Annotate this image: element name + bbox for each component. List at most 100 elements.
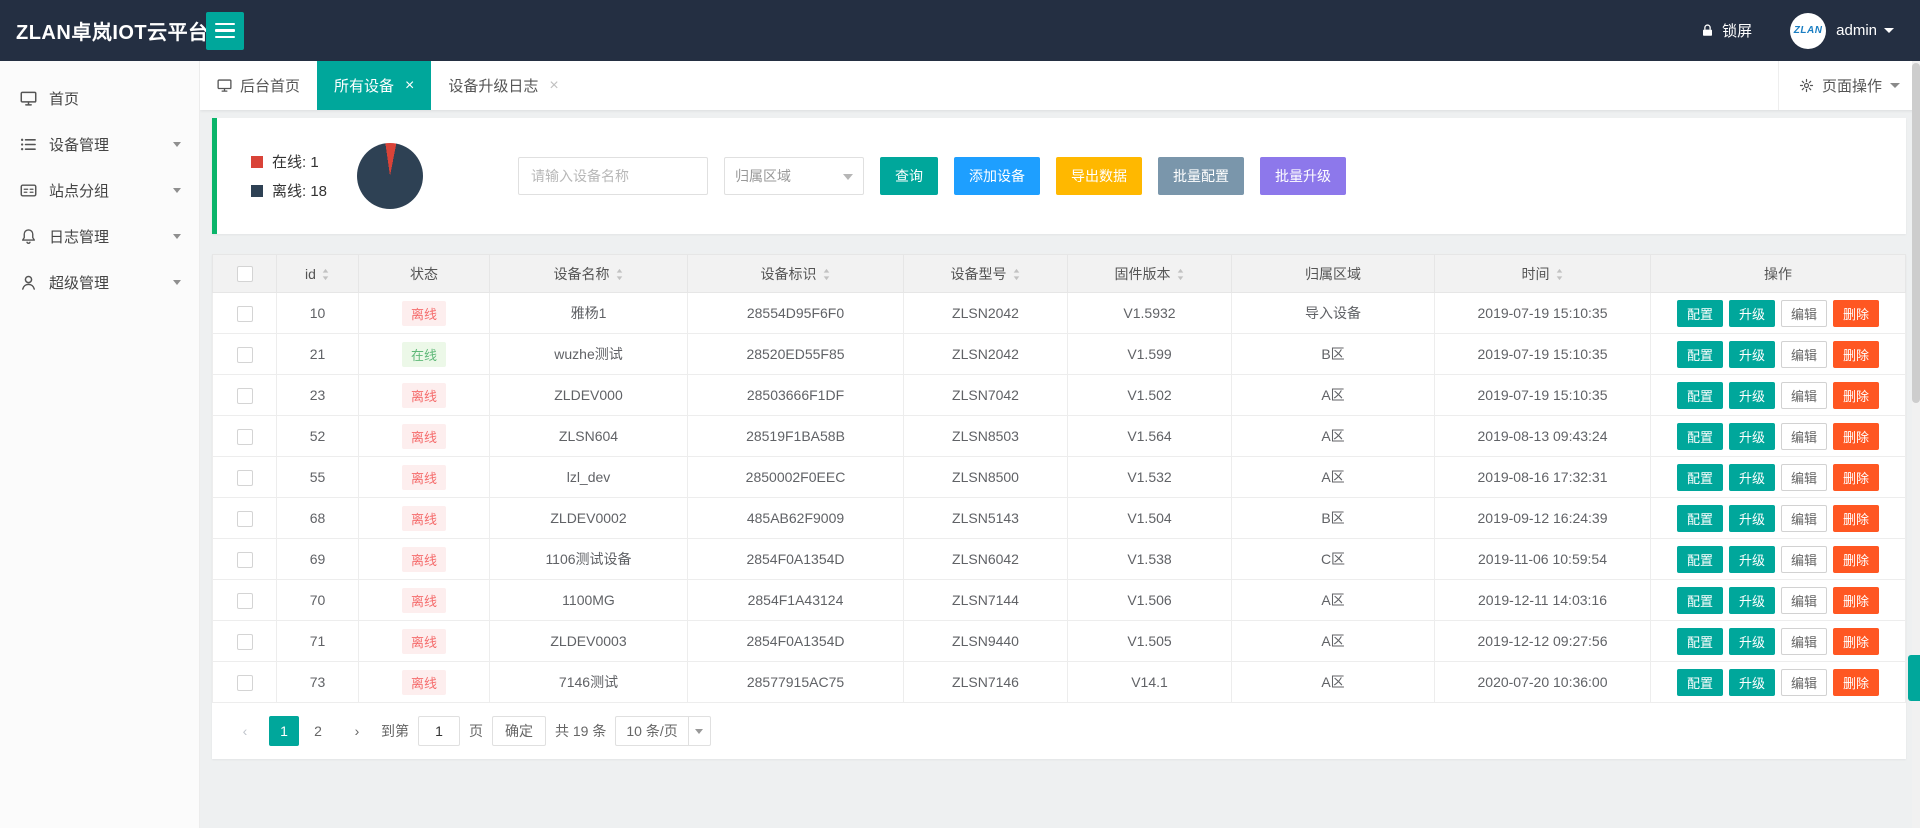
- row-checkbox[interactable]: [236, 551, 253, 568]
- row-checkbox[interactable]: [236, 633, 253, 650]
- cell-firmware-version: V14.1: [1067, 661, 1232, 703]
- edit-button[interactable]: 编辑: [1781, 504, 1828, 532]
- column-header-id[interactable]: id: [276, 254, 359, 293]
- filter-bar: 归属区域 查询 添加设备 导出数据 批量配置 批量升级: [518, 157, 1347, 195]
- lock-screen-button[interactable]: 锁屏: [1700, 20, 1752, 41]
- cell-time: 2020-07-20 10:36:00: [1434, 661, 1651, 703]
- export-data-button[interactable]: 导出数据: [1056, 157, 1143, 195]
- search-button[interactable]: 查询: [880, 157, 939, 195]
- edit-button[interactable]: 编辑: [1781, 627, 1828, 655]
- config-button[interactable]: 配置: [1676, 668, 1723, 696]
- edit-button[interactable]: 编辑: [1781, 586, 1828, 614]
- config-button[interactable]: 配置: [1676, 586, 1723, 614]
- region-select[interactable]: 归属区域: [724, 157, 865, 195]
- goto-page-input[interactable]: [418, 716, 460, 746]
- upgrade-button[interactable]: 升级: [1728, 545, 1775, 573]
- page-button-1[interactable]: 1: [269, 716, 299, 746]
- edit-button[interactable]: 编辑: [1781, 422, 1828, 450]
- upgrade-button[interactable]: 升级: [1728, 381, 1775, 409]
- column-header-device-ident[interactable]: 设备标识: [687, 254, 904, 293]
- row-checkbox[interactable]: [236, 592, 253, 609]
- sort-icon: [1556, 268, 1562, 280]
- upgrade-button[interactable]: 升级: [1728, 668, 1775, 696]
- column-header-device-model[interactable]: 设备型号: [903, 254, 1068, 293]
- cell-id: 73: [276, 661, 359, 703]
- tab-all-devices[interactable]: 所有设备 ×: [317, 61, 432, 110]
- column-header-firmware-version[interactable]: 固件版本: [1067, 254, 1232, 293]
- cell-device-ident: 28554D95F6F0: [687, 292, 904, 334]
- page-operations-dropdown[interactable]: 页面操作: [1777, 61, 1920, 110]
- delete-button[interactable]: 删除: [1833, 422, 1880, 450]
- page-button-2[interactable]: 2: [303, 716, 333, 746]
- upgrade-button[interactable]: 升级: [1728, 627, 1775, 655]
- sidebar-item-log-management[interactable]: 日志管理: [0, 213, 199, 259]
- add-device-button[interactable]: 添加设备: [954, 157, 1041, 195]
- config-button[interactable]: 配置: [1676, 504, 1723, 532]
- delete-button[interactable]: 删除: [1833, 504, 1880, 532]
- sidebar-item-label: 日志管理: [49, 228, 110, 246]
- sidebar-item-home[interactable]: 首页: [0, 75, 199, 121]
- row-checkbox[interactable]: [236, 305, 253, 322]
- upgrade-button[interactable]: 升级: [1728, 586, 1775, 614]
- delete-button[interactable]: 删除: [1833, 627, 1880, 655]
- user-menu[interactable]: admin: [1836, 22, 1894, 39]
- confirm-button[interactable]: 确定: [492, 716, 546, 746]
- sidebar-item-super-management[interactable]: 超级管理: [0, 259, 199, 305]
- batch-config-button[interactable]: 批量配置: [1158, 157, 1245, 195]
- sidebar-item-site-grouping[interactable]: 站点分组: [0, 167, 199, 213]
- delete-button[interactable]: 删除: [1833, 668, 1880, 696]
- row-checkbox[interactable]: [236, 674, 253, 691]
- edit-button[interactable]: 编辑: [1781, 381, 1828, 409]
- edit-button[interactable]: 编辑: [1781, 668, 1828, 696]
- config-button[interactable]: 配置: [1676, 381, 1723, 409]
- cell-device-model: ZLSN9440: [903, 620, 1068, 662]
- menu-toggle-button[interactable]: [206, 11, 244, 50]
- row-checkbox[interactable]: [236, 428, 253, 445]
- scrollbar[interactable]: [1912, 61, 1920, 828]
- upgrade-button[interactable]: 升级: [1728, 340, 1775, 368]
- delete-button[interactable]: 删除: [1833, 586, 1880, 614]
- sidebar-item-label: 站点分组: [49, 182, 110, 200]
- edit-button[interactable]: 编辑: [1781, 299, 1828, 327]
- upgrade-button[interactable]: 升级: [1728, 299, 1775, 327]
- config-button[interactable]: 配置: [1676, 627, 1723, 655]
- cell-device-name: ZLSN604: [489, 415, 688, 457]
- row-checkbox[interactable]: [236, 510, 253, 527]
- row-checkbox[interactable]: [236, 469, 253, 486]
- device-name-input[interactable]: [518, 157, 709, 195]
- next-page-button[interactable]: ›: [342, 716, 372, 746]
- upgrade-button[interactable]: 升级: [1728, 463, 1775, 491]
- tab-device-upgrade-log[interactable]: 设备升级日志 ×: [431, 61, 575, 110]
- delete-button[interactable]: 删除: [1833, 463, 1880, 491]
- config-button[interactable]: 配置: [1676, 340, 1723, 368]
- close-icon[interactable]: ×: [405, 77, 414, 94]
- tab-backend-home[interactable]: 后台首页: [200, 61, 317, 110]
- sidebar-item-device-management[interactable]: 设备管理: [0, 121, 199, 167]
- select-all-checkbox[interactable]: [236, 266, 253, 283]
- table-row: 55 离线 lzl_dev 2850002F0EEC ZLSN8500 V1.532 A区 2…: [212, 456, 1906, 498]
- edit-button[interactable]: 编辑: [1781, 340, 1828, 368]
- row-checkbox[interactable]: [236, 346, 253, 363]
- config-button[interactable]: 配置: [1676, 422, 1723, 450]
- cell-device-name: 1100MG: [489, 579, 688, 621]
- delete-button[interactable]: 删除: [1833, 340, 1880, 368]
- upgrade-button[interactable]: 升级: [1728, 504, 1775, 532]
- edit-button[interactable]: 编辑: [1781, 545, 1828, 573]
- column-header-device-name[interactable]: 设备名称: [489, 254, 688, 293]
- prev-page-button[interactable]: ‹: [230, 716, 260, 746]
- column-header-time[interactable]: 时间: [1434, 254, 1651, 293]
- side-toolbar-button[interactable]: [1908, 655, 1920, 701]
- config-button[interactable]: 配置: [1676, 545, 1723, 573]
- delete-button[interactable]: 删除: [1833, 545, 1880, 573]
- batch-upgrade-button[interactable]: 批量升级: [1260, 157, 1347, 195]
- config-button[interactable]: 配置: [1676, 299, 1723, 327]
- row-checkbox[interactable]: [236, 387, 253, 404]
- upgrade-button[interactable]: 升级: [1728, 422, 1775, 450]
- config-button[interactable]: 配置: [1676, 463, 1723, 491]
- page-size-select[interactable]: 10 条/页: [615, 716, 711, 746]
- edit-button[interactable]: 编辑: [1781, 463, 1828, 491]
- delete-button[interactable]: 删除: [1833, 381, 1880, 409]
- close-icon[interactable]: ×: [549, 77, 558, 94]
- scrollbar-thumb[interactable]: [1912, 63, 1920, 403]
- delete-button[interactable]: 删除: [1833, 299, 1880, 327]
